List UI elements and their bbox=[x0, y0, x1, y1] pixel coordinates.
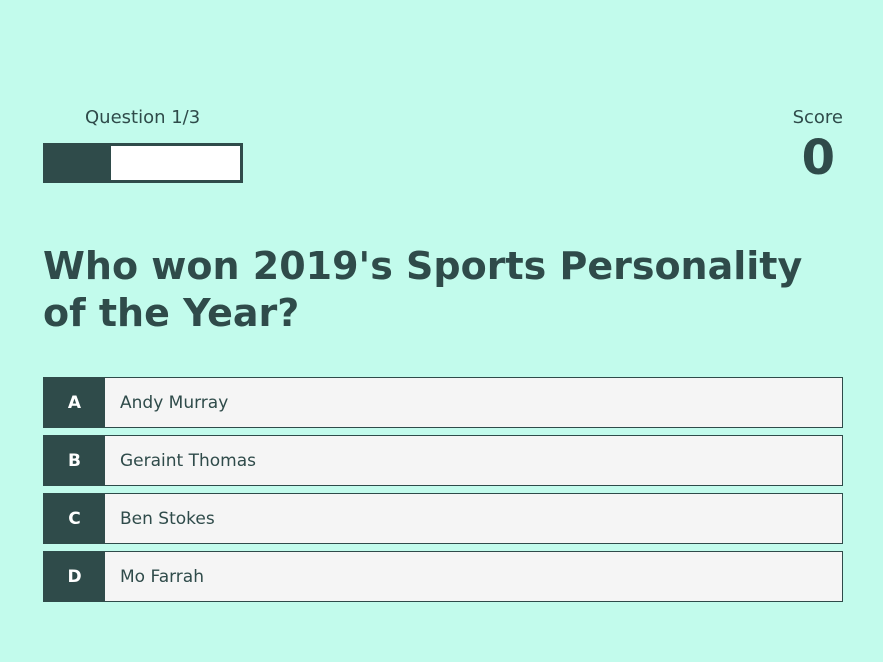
question-text: Who won 2019's Sports Personality of the… bbox=[43, 244, 803, 335]
score-label: Score bbox=[792, 107, 843, 128]
progress-text: Question 1/3 bbox=[85, 107, 201, 128]
choice-prefix: B bbox=[44, 436, 105, 485]
progress-bar-fill bbox=[46, 146, 111, 180]
choice-text: Ben Stokes bbox=[120, 508, 215, 529]
score-block: Score 0 bbox=[763, 106, 843, 186]
choice-text: Mo Farrah bbox=[120, 566, 204, 587]
choice-text: Geraint Thomas bbox=[120, 450, 256, 471]
choice-option-c[interactable]: C Ben Stokes bbox=[43, 493, 843, 544]
choice-prefix: D bbox=[44, 552, 105, 601]
choice-option-b[interactable]: B Geraint Thomas bbox=[43, 435, 843, 486]
choice-prefix: C bbox=[44, 494, 105, 543]
progress-bar bbox=[43, 143, 243, 183]
choice-text: Andy Murray bbox=[120, 392, 229, 413]
choice-option-a[interactable]: A Andy Murray bbox=[43, 377, 843, 428]
choice-prefix: A bbox=[44, 378, 105, 427]
choice-option-d[interactable]: D Mo Farrah bbox=[43, 551, 843, 602]
score-value: 0 bbox=[801, 130, 835, 186]
choice-list: A Andy Murray B Geraint Thomas C Ben Sto… bbox=[43, 377, 843, 609]
hud: Question 1/3 Score 0 bbox=[43, 106, 843, 186]
